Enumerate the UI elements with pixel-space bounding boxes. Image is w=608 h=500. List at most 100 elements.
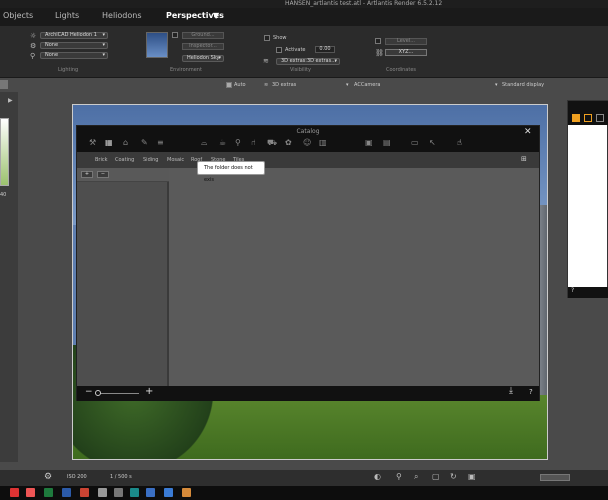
activate-value-field[interactable]: 0.00 [315, 46, 335, 53]
toolbar-panel: ☼ ArchiCAD Heliodon 1 ⚙ None ⚲ None Ligh… [0, 26, 608, 78]
zoom-slider-handle[interactable] [95, 390, 101, 396]
right-panel-footer[interactable]: ? [568, 287, 608, 298]
visibility-select[interactable]: 3D extras:3D extras... [276, 58, 340, 65]
thumbnail[interactable] [0, 118, 9, 186]
tab-objects[interactable]: Objects [3, 11, 33, 20]
window-title: HANSEN_artlantis test.atl - Artlantis Re… [285, 0, 443, 7]
chevron-right-icon[interactable]: ▶ [8, 97, 13, 104]
refresh-icon[interactable]: ↻ [450, 472, 457, 481]
stripes-icon[interactable]: ≡ [157, 138, 164, 147]
xyz-button[interactable]: XYZ... [385, 49, 427, 56]
add-folder-button[interactable]: + [81, 171, 93, 178]
progress-field [540, 474, 570, 481]
app-task-icon-1[interactable] [98, 488, 107, 497]
lamp-icon: ⚲ [30, 52, 36, 60]
acrobat-task-icon[interactable] [26, 488, 35, 497]
panel-icon[interactable] [596, 114, 604, 122]
camera-label[interactable]: ACCamera [354, 82, 380, 88]
cup-icon[interactable]: ☕ [219, 138, 226, 147]
ground-checkbox[interactable] [172, 32, 178, 38]
folder-icon[interactable]: ▭ [411, 138, 419, 147]
heliodon-select[interactable]: ArchiCAD Heliodon 1 [40, 32, 108, 39]
help-icon[interactable]: ? [529, 388, 533, 396]
tab-coating[interactable]: Coating [115, 157, 134, 163]
car-icon[interactable]: ⛟ [267, 138, 277, 148]
catalog-tabs: Brick Coating Siding Mosaic Roof Stone T… [77, 152, 539, 168]
layers-icon: ≋ [263, 57, 269, 65]
extras-label[interactable]: 3D extras [272, 82, 296, 88]
zoom-out-button[interactable]: − [85, 387, 93, 397]
render-icon[interactable]: ◐ [374, 472, 381, 481]
display-icon[interactable]: ▾ [495, 82, 498, 88]
lighting-select-1[interactable]: None [40, 42, 108, 49]
iso-value[interactable]: ISO 200 [67, 474, 87, 480]
lighting-select-2[interactable]: None [40, 52, 108, 59]
link-icon: ⛓ [375, 49, 384, 57]
zoom-in-button[interactable]: + [145, 386, 153, 397]
roof-icon[interactable]: ⌂ [123, 138, 128, 147]
preview-icon[interactable]: ▣ [468, 472, 476, 481]
activate-checkbox[interactable] [276, 47, 282, 53]
brick-icon[interactable]: ▦ [105, 138, 113, 147]
app-task-icon-3[interactable] [146, 488, 155, 497]
person-icon[interactable]: ☺ [303, 138, 311, 147]
level-button[interactable]: Level... [385, 38, 427, 45]
chrome-task-icon[interactable] [10, 488, 19, 497]
sky-select[interactable]: Heliodon Sky [182, 55, 224, 62]
zoom-slider-track[interactable] [97, 393, 139, 394]
word-task-icon[interactable] [62, 488, 71, 497]
excel-task-icon[interactable] [44, 488, 53, 497]
sofa-icon[interactable]: ⌓ [201, 138, 207, 148]
left-toggle-button[interactable] [0, 80, 8, 89]
search-icon[interactable]: ⚲ [396, 472, 402, 481]
artlantis-task-icon[interactable] [130, 488, 139, 497]
image-icon[interactable]: ▣ [365, 138, 373, 147]
gear-icon[interactable]: ⚙ [44, 472, 52, 482]
zoom-icon[interactable]: ⌕ [414, 472, 418, 482]
inspector-button[interactable]: Inspector... [182, 43, 224, 50]
home-icon[interactable] [572, 114, 580, 122]
picture-icon[interactable]: ▤ [383, 138, 391, 147]
catalog-title: Catalog [296, 128, 320, 135]
tab-brick[interactable]: Brick [95, 157, 108, 163]
catalog-dialog: Catalog ✕ ⚒ ▦ ⌂ ✎ ≡ ⌓ ☕ ⚲ ⑁ ⛟ ✿ ☺ ▥ ▣ ▤ … [76, 125, 540, 401]
sun-icon: ☼ [30, 32, 37, 40]
ground-button[interactable]: Ground... [182, 32, 224, 39]
building-icon[interactable]: ▥ [319, 138, 327, 147]
brush-icon[interactable]: ✎ [141, 138, 148, 147]
environment-label: Environment [170, 67, 202, 73]
plant-icon[interactable]: ✿ [285, 138, 292, 147]
auto-checkbox[interactable] [226, 82, 232, 88]
tab-dropdown-icon[interactable]: ▼ [213, 11, 219, 20]
app-task-icon-5[interactable] [182, 488, 191, 497]
close-icon[interactable]: ✕ [524, 127, 532, 137]
tab-lights[interactable]: Lights [55, 11, 79, 20]
display-label[interactable]: Standard display [502, 82, 544, 88]
app-task-icon-4[interactable] [164, 488, 173, 497]
frame-icon[interactable]: ▢ [432, 472, 440, 481]
tooltip: The folder does not exis [197, 161, 265, 183]
tab-mosaic[interactable]: Mosaic [167, 157, 184, 163]
cursor-icon[interactable]: ↖ [429, 138, 436, 147]
remove-folder-button[interactable]: − [97, 171, 109, 178]
download-icon[interactable]: ⤓ [509, 386, 513, 396]
tab-heliodons[interactable]: Heliodons [102, 11, 142, 20]
layers-small-icon[interactable]: ≋ [264, 82, 268, 88]
coordinates-checkbox[interactable] [375, 38, 381, 44]
app-task-icon-2[interactable] [114, 488, 123, 497]
show-checkbox[interactable] [264, 35, 270, 41]
catalog-folder-panel[interactable]: + − [77, 168, 169, 386]
left-strip: ▶ 40 [0, 92, 18, 462]
lamp-object-icon[interactable]: ⚲ [235, 138, 241, 147]
shutter-speed[interactable]: 1 / 500 s [110, 474, 132, 480]
hammer-icon[interactable]: ⚒ [89, 138, 96, 147]
grid-icon[interactable] [584, 114, 592, 122]
status-bar: ⚙ ISO 200 1 / 500 s ◐ ⚲ ⌕ ▢ ↻ ▣ [0, 470, 608, 486]
new-folder-icon[interactable]: ⊞ [521, 155, 527, 163]
chair-icon[interactable]: ⑁ [251, 138, 256, 147]
tab-siding[interactable]: Siding [143, 157, 158, 163]
powerpoint-task-icon[interactable] [80, 488, 89, 497]
camera-icon[interactable]: ▾ [346, 82, 349, 88]
hand-icon[interactable]: ☝ [457, 138, 462, 147]
environment-preview[interactable] [146, 32, 168, 58]
